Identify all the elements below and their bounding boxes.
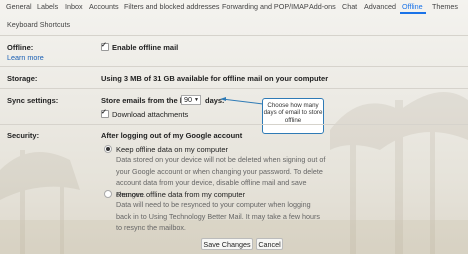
store-emails-prefix: Store emails from the last (101, 96, 193, 105)
dropdown-arrow-icon: ▼ (194, 97, 199, 103)
divider (0, 66, 468, 67)
tab-chat[interactable]: Chat (342, 2, 357, 11)
enable-offline-label: Enable offline mail (112, 43, 179, 52)
callout-pointer (220, 97, 264, 105)
tab-keyboard-shortcuts[interactable]: Keyboard Shortcuts (7, 20, 70, 29)
checkmark-icon: ✓ (101, 42, 107, 49)
divider (0, 88, 468, 89)
storage-label: Storage: (7, 74, 38, 83)
tab-labels[interactable]: Labels (37, 2, 58, 11)
remove-offline-radio[interactable] (104, 190, 112, 198)
days-select[interactable]: 90 ▼ (181, 95, 201, 105)
sync-settings-label: Sync settings: (7, 96, 59, 105)
download-attachments-checkbox[interactable]: ✓ (101, 109, 109, 118)
tab-filters[interactable]: Filters and blocked addresses (124, 2, 219, 11)
keep-offline-radio[interactable] (104, 145, 112, 153)
enable-offline-checkbox[interactable]: ✓ (101, 42, 109, 51)
offline-label: Offline: (7, 43, 34, 52)
active-tab-indicator (400, 12, 426, 14)
remove-offline-label: Remove offline data from my computer (116, 190, 246, 199)
tab-advanced[interactable]: Advanced (364, 2, 396, 11)
tab-inbox[interactable]: Inbox (65, 2, 83, 11)
cancel-button[interactable]: Cancel (256, 238, 283, 250)
tab-themes[interactable]: Themes (432, 2, 458, 11)
tab-general[interactable]: General (6, 2, 32, 11)
checkmark-icon: ✓ (101, 109, 107, 116)
tab-addons[interactable]: Add-ons (309, 2, 336, 11)
tab-offline[interactable]: Offline (402, 2, 423, 11)
tab-forwarding[interactable]: Forwarding and POP/IMAP (222, 2, 309, 11)
security-heading: After logging out of my Google account (101, 131, 243, 140)
security-label: Security: (7, 131, 40, 140)
download-attachments-label: Download attachments (112, 110, 189, 119)
tab-accounts[interactable]: Accounts (89, 2, 119, 11)
settings-tabs: General Labels Inbox Accounts Filters an… (0, 0, 468, 14)
remove-offline-description: Data will need to be resynced to your co… (116, 200, 321, 232)
divider (0, 124, 468, 125)
divider (0, 35, 468, 36)
callout-tooltip: Choose how many days of email to store o… (262, 98, 324, 134)
days-value: 90 (184, 95, 192, 104)
learn-more-link[interactable]: Learn more (7, 53, 44, 62)
storage-text: Using 3 MB of 31 GB available for offlin… (101, 74, 329, 83)
keep-offline-label: Keep offline data on my computer (116, 145, 229, 154)
save-changes-button[interactable]: Save Changes (201, 238, 253, 250)
